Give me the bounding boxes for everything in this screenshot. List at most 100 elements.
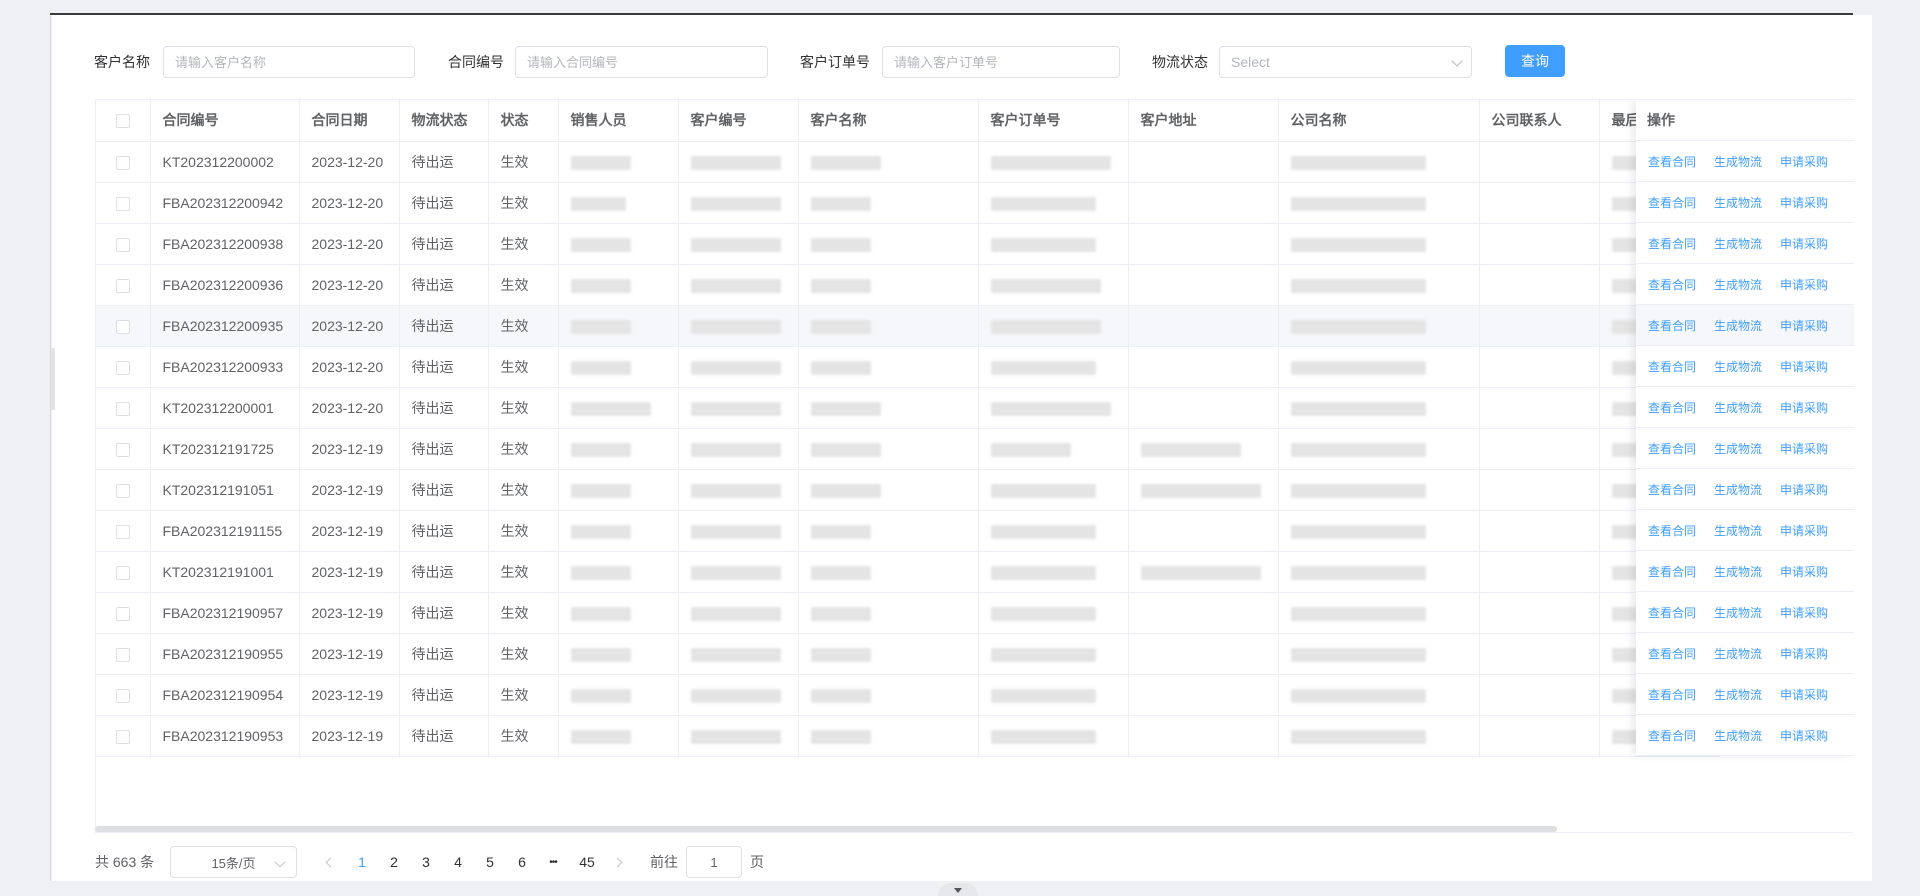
table-row[interactable]: FBA202312190957 2023-12-19 待出运 生效 bbox=[96, 592, 1720, 634]
sidebar-collapse-handle[interactable] bbox=[51, 348, 55, 410]
customer-name-input[interactable] bbox=[163, 46, 415, 78]
view-contract-link[interactable]: 查看合同 bbox=[1648, 686, 1696, 703]
page-6[interactable]: 6 bbox=[510, 850, 534, 874]
prev-page-button[interactable] bbox=[318, 850, 342, 874]
generate-logistics-link[interactable]: 生成物流 bbox=[1714, 276, 1762, 293]
table-row[interactable]: KT202312200002 2023-12-20 待出运 生效 bbox=[96, 141, 1720, 183]
generate-logistics-link[interactable]: 生成物流 bbox=[1714, 153, 1762, 170]
view-contract-link[interactable]: 查看合同 bbox=[1648, 727, 1696, 744]
view-contract-link[interactable]: 查看合同 bbox=[1648, 522, 1696, 539]
row-checkbox[interactable] bbox=[115, 565, 130, 580]
table-row[interactable]: FBA202312200938 2023-12-20 待出运 生效 bbox=[96, 223, 1720, 265]
generate-logistics-link[interactable]: 生成物流 bbox=[1714, 727, 1762, 744]
select-all-checkbox[interactable] bbox=[115, 114, 130, 129]
row-checkbox[interactable] bbox=[115, 442, 130, 457]
col-customer-no[interactable]: 客户编号 bbox=[678, 100, 799, 142]
page-3[interactable]: 3 bbox=[414, 850, 438, 874]
row-checkbox[interactable] bbox=[115, 729, 130, 744]
row-checkbox[interactable] bbox=[115, 319, 130, 334]
generate-logistics-link[interactable]: 生成物流 bbox=[1714, 399, 1762, 416]
apply-purchase-link[interactable]: 申请采购 bbox=[1780, 194, 1828, 211]
apply-purchase-link[interactable]: 申请采购 bbox=[1780, 481, 1828, 498]
table-row[interactable]: FBA202312190954 2023-12-19 待出运 生效 bbox=[96, 674, 1720, 716]
table-row[interactable]: KT202312191725 2023-12-19 待出运 生效 bbox=[96, 428, 1720, 470]
apply-purchase-link[interactable]: 申请采购 bbox=[1780, 686, 1828, 703]
generate-logistics-link[interactable]: 生成物流 bbox=[1714, 481, 1762, 498]
col-status[interactable]: 状态 bbox=[488, 100, 559, 142]
view-contract-link[interactable]: 查看合同 bbox=[1648, 481, 1696, 498]
apply-purchase-link[interactable]: 申请采购 bbox=[1780, 645, 1828, 662]
table-row[interactable]: FBA202312190955 2023-12-19 待出运 生效 bbox=[96, 633, 1720, 675]
view-contract-link[interactable]: 查看合同 bbox=[1648, 235, 1696, 252]
page-2[interactable]: 2 bbox=[382, 850, 406, 874]
generate-logistics-link[interactable]: 生成物流 bbox=[1714, 440, 1762, 457]
view-contract-link[interactable]: 查看合同 bbox=[1648, 153, 1696, 170]
row-checkbox[interactable] bbox=[115, 360, 130, 375]
row-checkbox[interactable] bbox=[115, 524, 130, 539]
col-company-name[interactable]: 公司名称 bbox=[1278, 100, 1480, 142]
apply-purchase-link[interactable]: 申请采购 bbox=[1780, 563, 1828, 580]
page-5[interactable]: 5 bbox=[478, 850, 502, 874]
row-checkbox[interactable] bbox=[115, 606, 130, 621]
apply-purchase-link[interactable]: 申请采购 bbox=[1780, 522, 1828, 539]
table-row[interactable]: KT202312191001 2023-12-19 待出运 生效 bbox=[96, 551, 1720, 593]
view-contract-link[interactable]: 查看合同 bbox=[1648, 358, 1696, 375]
table-row[interactable]: FBA202312200935 2023-12-20 待出运 生效 bbox=[96, 305, 1720, 347]
col-logistics-status[interactable]: 物流状态 bbox=[399, 100, 489, 142]
view-contract-link[interactable]: 查看合同 bbox=[1648, 276, 1696, 293]
table-row[interactable]: FBA202312191155 2023-12-19 待出运 生效 bbox=[96, 510, 1720, 552]
row-checkbox[interactable] bbox=[115, 647, 130, 662]
logistics-status-select[interactable]: Select bbox=[1219, 46, 1472, 78]
generate-logistics-link[interactable]: 生成物流 bbox=[1714, 317, 1762, 334]
next-page-button[interactable] bbox=[605, 850, 629, 874]
page-4[interactable]: 4 bbox=[446, 850, 470, 874]
col-customer-address[interactable]: 客户地址 bbox=[1128, 100, 1279, 142]
view-contract-link[interactable]: 查看合同 bbox=[1648, 563, 1696, 580]
table-row[interactable]: KT202312200001 2023-12-20 待出运 生效 bbox=[96, 387, 1720, 429]
table-row[interactable]: FBA202312200936 2023-12-20 待出运 生效 bbox=[96, 264, 1720, 306]
view-contract-link[interactable]: 查看合同 bbox=[1648, 604, 1696, 621]
generate-logistics-link[interactable]: 生成物流 bbox=[1714, 194, 1762, 211]
apply-purchase-link[interactable]: 申请采购 bbox=[1780, 440, 1828, 457]
query-button[interactable]: 查询 bbox=[1505, 45, 1565, 77]
view-contract-link[interactable]: 查看合同 bbox=[1648, 399, 1696, 416]
expand-panel-toggle[interactable] bbox=[938, 883, 978, 896]
apply-purchase-link[interactable]: 申请采购 bbox=[1780, 235, 1828, 252]
row-checkbox[interactable] bbox=[115, 688, 130, 703]
table-row[interactable]: FBA202312200933 2023-12-20 待出运 生效 bbox=[96, 346, 1720, 388]
goto-page-input[interactable] bbox=[686, 846, 742, 878]
generate-logistics-link[interactable]: 生成物流 bbox=[1714, 604, 1762, 621]
view-contract-link[interactable]: 查看合同 bbox=[1648, 645, 1696, 662]
generate-logistics-link[interactable]: 生成物流 bbox=[1714, 563, 1762, 580]
col-contract-date[interactable]: 合同日期 bbox=[299, 100, 400, 142]
col-company-contact[interactable]: 公司联系人 bbox=[1479, 100, 1600, 142]
col-contract-no[interactable]: 合同编号 bbox=[150, 100, 300, 142]
apply-purchase-link[interactable]: 申请采购 bbox=[1780, 727, 1828, 744]
col-salesperson[interactable]: 销售人员 bbox=[558, 100, 679, 142]
row-checkbox[interactable] bbox=[115, 401, 130, 416]
col-customer-order-no[interactable]: 客户订单号 bbox=[978, 100, 1129, 142]
apply-purchase-link[interactable]: 申请采购 bbox=[1780, 604, 1828, 621]
generate-logistics-link[interactable]: 生成物流 bbox=[1714, 645, 1762, 662]
view-contract-link[interactable]: 查看合同 bbox=[1648, 317, 1696, 334]
apply-purchase-link[interactable]: 申请采购 bbox=[1780, 317, 1828, 334]
apply-purchase-link[interactable]: 申请采购 bbox=[1780, 399, 1828, 416]
page-last[interactable]: 45 bbox=[574, 850, 600, 874]
row-checkbox[interactable] bbox=[115, 483, 130, 498]
page-1[interactable]: 1 bbox=[350, 850, 374, 874]
contract-no-input[interactable] bbox=[515, 46, 768, 78]
generate-logistics-link[interactable]: 生成物流 bbox=[1714, 358, 1762, 375]
row-checkbox[interactable] bbox=[115, 278, 130, 293]
apply-purchase-link[interactable]: 申请采购 bbox=[1780, 276, 1828, 293]
table-row[interactable]: FBA202312200942 2023-12-20 待出运 生效 bbox=[96, 182, 1720, 224]
row-checkbox[interactable] bbox=[115, 196, 130, 211]
table-row[interactable]: KT202312191051 2023-12-19 待出运 生效 bbox=[96, 469, 1720, 511]
more-pages-button[interactable]: ••• bbox=[540, 850, 566, 874]
apply-purchase-link[interactable]: 申请采购 bbox=[1780, 358, 1828, 375]
col-customer-name[interactable]: 客户名称 bbox=[798, 100, 979, 142]
generate-logistics-link[interactable]: 生成物流 bbox=[1714, 686, 1762, 703]
view-contract-link[interactable]: 查看合同 bbox=[1648, 440, 1696, 457]
horizontal-scrollbar[interactable] bbox=[95, 826, 1557, 832]
row-checkbox[interactable] bbox=[115, 237, 130, 252]
page-size-select[interactable]: 15条/页 bbox=[170, 846, 297, 878]
